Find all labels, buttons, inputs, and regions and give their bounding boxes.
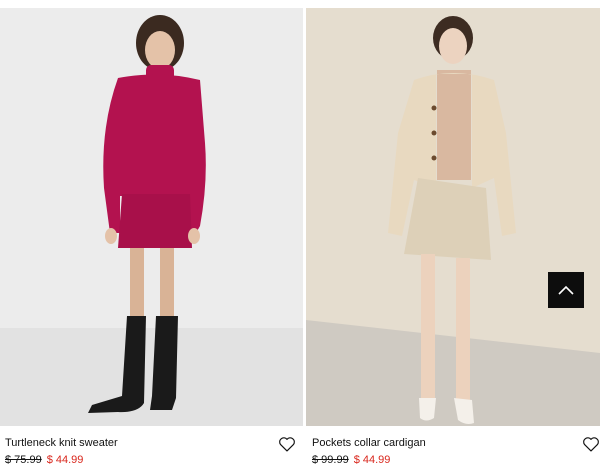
price-group: $ 99.99 $ 44.99 — [312, 454, 390, 466]
product-image[interactable] — [306, 8, 600, 426]
wishlist-button[interactable] — [582, 436, 600, 452]
original-price: $ 75.99 — [5, 454, 42, 466]
product-image[interactable] — [0, 8, 303, 426]
product-grid: Turtleneck knit sweater $ 75.99 $ 44.99 — [0, 0, 600, 469]
wishlist-button[interactable] — [278, 436, 296, 452]
product-photo-cardigan — [306, 8, 600, 426]
heart-icon — [279, 437, 295, 452]
chevron-up-icon — [558, 285, 574, 295]
scroll-to-top-button[interactable] — [548, 272, 584, 308]
price-group: $ 75.99 $ 44.99 — [5, 454, 83, 466]
sale-price: $ 44.99 — [353, 454, 391, 466]
product-photo-turtleneck — [0, 8, 303, 426]
heart-icon — [583, 437, 599, 452]
sale-price: $ 44.99 — [46, 454, 84, 466]
original-price: $ 99.99 — [312, 454, 349, 466]
product-name[interactable]: Pockets collar cardigan — [312, 437, 426, 449]
product-name[interactable]: Turtleneck knit sweater — [5, 437, 118, 449]
